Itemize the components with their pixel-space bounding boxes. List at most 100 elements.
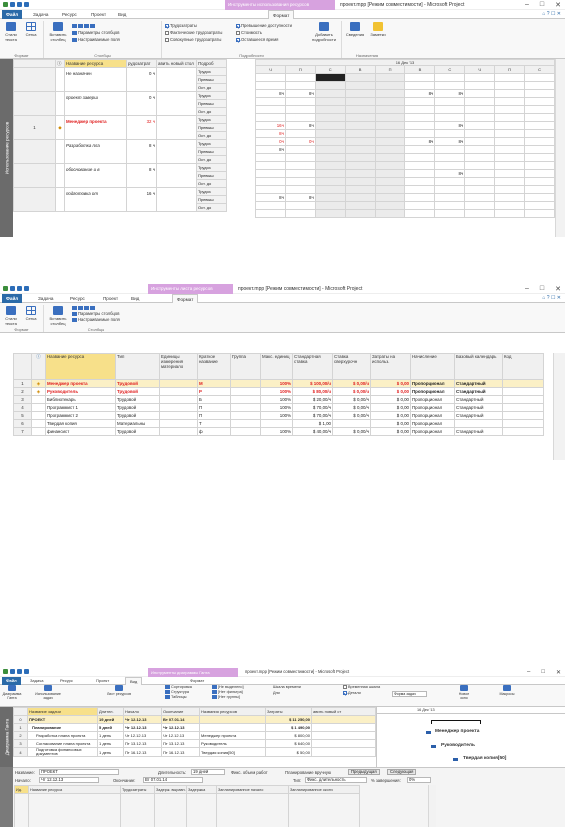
timescale-cell[interactable] [344, 129, 376, 138]
resource-accr-cell[interactable]: Пропорционал [410, 395, 455, 404]
resource-ovt-cell[interactable]: $ 0,00/ч [332, 411, 371, 420]
timescale-cell[interactable] [434, 113, 466, 122]
timescale-cell[interactable] [374, 121, 406, 130]
resource-usage-row[interactable]: 1 ◆ Менеджер проекта 32 ч Трудоз [13, 115, 227, 140]
row-number[interactable]: 1 [13, 379, 32, 388]
redo-icon[interactable] [24, 669, 29, 674]
gridlines-button[interactable]: Сетка [22, 22, 40, 37]
gantt-column-header[interactable]: Названия ресурсов [199, 707, 266, 716]
resource-group-cell[interactable] [230, 395, 261, 404]
resource-cal-cell[interactable]: Стандартный [454, 411, 503, 420]
resource-sheet-button[interactable]: Лист ресурсов [105, 685, 133, 696]
timescale-cell[interactable] [284, 73, 316, 82]
undo-icon[interactable] [17, 2, 22, 7]
timescale-cell[interactable] [314, 193, 346, 202]
task-usage-button[interactable]: Использование задач [34, 685, 62, 700]
tab-task[interactable]: Задача [38, 294, 53, 303]
resource-unit-cell[interactable] [159, 387, 198, 396]
timescale-cell[interactable] [464, 177, 496, 186]
timescale-cell[interactable]: 0ч [255, 137, 286, 146]
custom-fields-button[interactable]: Настраиваемые поля [72, 317, 120, 323]
resource-std-cell[interactable]: $ 1,00 [292, 419, 333, 428]
task-res-cell[interactable]: Твердая копия[50] [199, 747, 266, 757]
resource-code-cell[interactable] [502, 403, 544, 412]
resource-usage-row[interactable]: Разработка пла 8 ч Трудоз [13, 139, 227, 164]
work-cell[interactable]: 32 ч [126, 115, 157, 140]
close-button[interactable]: ✕ [556, 669, 561, 676]
resource-accr-cell[interactable]: Пропорционал [410, 387, 455, 396]
timescale-cell[interactable] [314, 177, 346, 186]
resource-cost-cell[interactable]: $ 0,00 [370, 427, 411, 436]
resource-unit-cell[interactable] [159, 419, 198, 428]
minimize-button[interactable]: – [525, 285, 529, 293]
timescale-cell[interactable] [284, 185, 316, 194]
resource-cost-cell[interactable]: $ 0,00 [370, 387, 411, 396]
row-number[interactable]: 1 [13, 115, 56, 140]
resource-short-cell[interactable]: М [197, 379, 231, 388]
add-column-cell[interactable] [311, 723, 376, 732]
timescale-cell[interactable] [404, 129, 436, 138]
add-column-header[interactable]: авить новый стол [156, 59, 197, 68]
timescale-cell[interactable] [524, 89, 555, 98]
resource-row[interactable]: 1 ◈ Менеджер проекта Трудовой М 100% $ 100,00/… [13, 379, 544, 388]
gantt-column-header[interactable]: Начало [123, 707, 162, 716]
resource-code-cell[interactable] [502, 427, 544, 436]
resource-name-cell[interactable]: Библиотекарь [45, 395, 116, 404]
resource-accr-cell[interactable]: Пропорционал [410, 427, 455, 436]
save-icon[interactable] [10, 2, 15, 7]
new-window-button[interactable]: Новое окно [455, 685, 473, 700]
timescale-cell[interactable]: 8ч [284, 193, 316, 202]
timescale-cell[interactable] [284, 113, 316, 122]
save-icon[interactable] [10, 669, 15, 674]
resource-type-cell[interactable]: Материальны [115, 419, 160, 428]
task-id[interactable]: 4 [13, 747, 28, 757]
task-res-cell[interactable] [199, 723, 266, 732]
resource-type-cell[interactable]: Трудовой [115, 395, 160, 404]
timescale-cell[interactable] [255, 81, 286, 90]
tab-resource[interactable]: Ресурс [62, 10, 77, 19]
timescale-cell[interactable] [524, 193, 555, 202]
save-icon[interactable] [10, 286, 15, 291]
resource-unit-cell[interactable] [159, 395, 198, 404]
task-dur-cell[interactable]: 1 день [97, 731, 124, 740]
timescale-cell[interactable] [314, 185, 346, 194]
tab-file[interactable]: Файл [2, 294, 23, 303]
resource-cost-cell[interactable]: $ 0,00 [370, 395, 411, 404]
resource-max-cell[interactable]: 100% [260, 395, 293, 404]
resource-cost-cell[interactable]: $ 0,00 [370, 403, 411, 412]
resource-usage-row[interactable]: проект заверш 0 ч Трудоз [13, 91, 227, 116]
task-dur-cell[interactable]: 1 день [97, 739, 124, 748]
task-cost-cell[interactable]: $ 800,00 [265, 731, 312, 740]
work-cell[interactable]: 0 ч [126, 67, 157, 92]
tab-project[interactable]: Проект [103, 294, 118, 303]
column-header[interactable]: Ставка сверхурочн [332, 353, 371, 380]
task-form-scrollbar[interactable] [428, 785, 436, 827]
timescale-cell[interactable] [374, 201, 406, 210]
timescale-cell[interactable] [374, 129, 406, 138]
timescale-cell[interactable] [255, 73, 286, 82]
task-bar-plan[interactable] [426, 731, 431, 734]
resource-name-cell[interactable]: обоснование и в [64, 163, 127, 188]
timescale-cell[interactable] [255, 153, 286, 162]
timescale-cell[interactable]: 16ч [255, 121, 286, 130]
resource-name-cell[interactable]: Руководитель [45, 387, 116, 396]
timescale-cell[interactable] [494, 201, 526, 210]
resource-cal-cell[interactable]: Стандартный [454, 387, 503, 396]
timescale-cell[interactable] [524, 145, 555, 154]
timescale-cell[interactable] [494, 145, 526, 154]
timescale-cell[interactable] [284, 161, 316, 170]
timescale-cell[interactable] [404, 169, 436, 178]
resource-ovt-cell[interactable]: $ 0,00/ч [332, 403, 371, 412]
task-end-cell[interactable]: Чт 12.12.13 [161, 731, 200, 740]
timescale-cell[interactable] [524, 73, 555, 82]
timescale-cell[interactable] [494, 89, 526, 98]
timescale-cell[interactable] [374, 153, 406, 162]
timescale-cell[interactable] [524, 105, 555, 114]
resource-std-cell[interactable]: $ 40,00/ч [292, 427, 333, 436]
timescale-cell[interactable]: 8ч [255, 145, 286, 154]
timescale-cell[interactable] [374, 145, 406, 154]
tab-task[interactable]: Задача [33, 10, 48, 19]
timescale-cell[interactable] [344, 169, 376, 178]
timescale-cell[interactable]: 8ч [255, 129, 286, 138]
resource-cal-cell[interactable]: Стандартный [454, 403, 503, 412]
